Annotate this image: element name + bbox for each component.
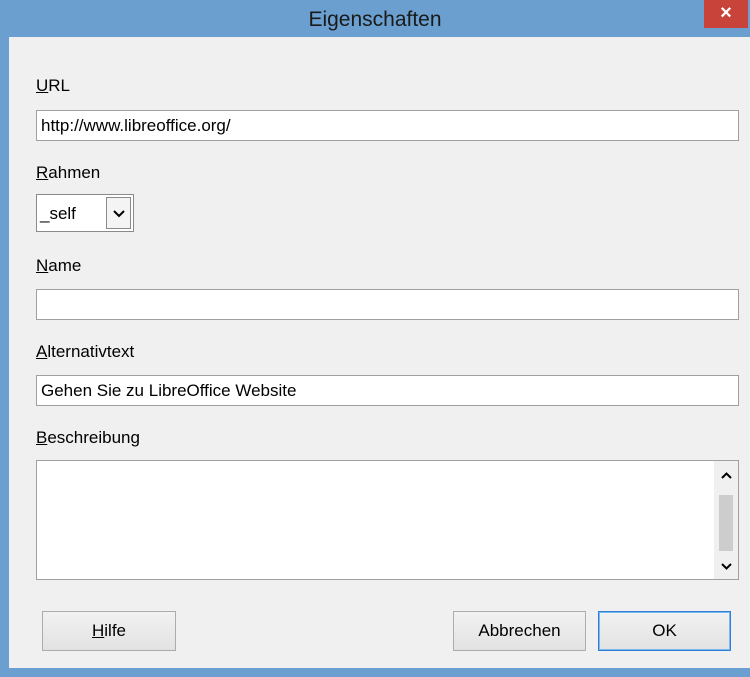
alt-text-input[interactable]: Gehen Sie zu LibreOffice Website [36,375,739,406]
title-bar[interactable]: Eigenschaften × [0,0,750,37]
name-label-rest: ame [48,256,82,275]
alt-text-label-rest: lternativtext [47,342,135,361]
name-label: Name [36,256,81,276]
frame-label-rest: ahmen [48,163,101,182]
scroll-down-button[interactable] [714,555,738,575]
description-label-accesskey: B [36,428,48,447]
chevron-down-icon [112,210,125,218]
alt-text-label: Alternativtext [36,342,134,362]
chevron-down-icon [720,562,732,570]
alt-text-label-accesskey: A [36,342,48,361]
url-input[interactable]: http://www.libreoffice.org/ [36,110,739,141]
description-label: Beschreibung [36,428,140,448]
help-button-accesskey: H [91,621,105,640]
frame-label-accesskey: R [36,163,49,182]
dialog-title: Eigenschaften [308,8,442,31]
close-button[interactable]: × [704,0,748,28]
scroll-thumb[interactable] [719,495,733,551]
cancel-button[interactable]: Abbrechen [453,611,586,651]
description-textarea[interactable] [36,460,739,580]
window-bottom-border [0,668,750,677]
frame-label: Rahmen [36,163,100,183]
url-label-rest: RL [48,76,71,95]
url-label: URL [36,76,70,96]
description-label-rest: eschreibung [47,428,140,447]
name-label-accesskey: N [36,256,49,275]
frame-select[interactable]: _self [36,194,134,232]
properties-dialog: Eigenschaften × URL http://www.libreoffi… [0,0,750,677]
help-button[interactable]: Hilfe [42,611,176,651]
scroll-up-button[interactable] [714,465,738,485]
name-input[interactable] [36,289,739,320]
close-icon: × [720,2,732,24]
description-scrollbar[interactable] [714,461,738,579]
chevron-up-icon [720,471,732,479]
ok-button[interactable]: OK [598,611,731,651]
help-button-rest: ilfe [104,621,126,640]
url-label-accesskey: U [36,76,49,95]
frame-select-value: _self [40,204,76,223]
frame-dropdown-button[interactable] [106,197,131,229]
